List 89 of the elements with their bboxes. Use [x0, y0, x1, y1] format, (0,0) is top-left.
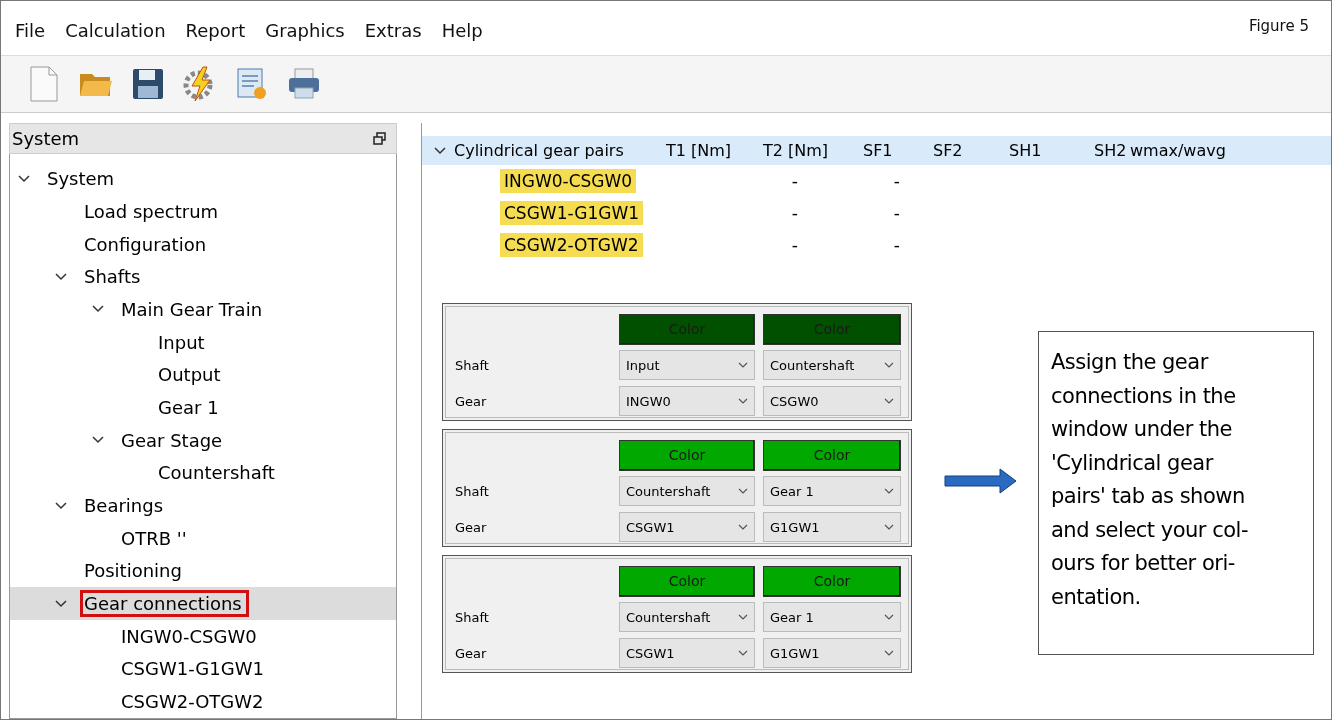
tree-item[interactable]: OTRB ''	[10, 521, 396, 555]
column-header: wmax/wavg	[1130, 141, 1227, 160]
dropdown[interactable]: G1GW1	[763, 512, 901, 542]
tree-item[interactable]: CSGW1-G1GW1	[10, 652, 396, 686]
column-header: T1 [Nm]	[666, 141, 733, 160]
dropdown[interactable]: CSGW1	[619, 638, 755, 668]
menu-item[interactable]: Extras	[362, 19, 432, 41]
caret-icon[interactable]	[738, 524, 748, 530]
chevron-down-icon[interactable]	[55, 501, 67, 510]
caret-icon[interactable]	[738, 488, 748, 494]
field-label: Gear	[455, 645, 488, 661]
menu-item[interactable]: Graphics	[263, 19, 355, 41]
chevron-down-icon[interactable]	[92, 436, 104, 445]
printer-icon	[287, 68, 321, 100]
caret-icon[interactable]	[738, 614, 748, 620]
tree-item[interactable]: Countershaft	[10, 456, 396, 490]
column-header: SH1	[1009, 141, 1043, 160]
table-cell-text: -	[892, 171, 901, 191]
tree-item[interactable]: Gear Stage	[10, 423, 396, 457]
column-header: SH2	[1094, 141, 1128, 160]
table-cell-text: -	[892, 203, 901, 223]
restore-window-icon[interactable]	[373, 132, 386, 146]
dropdown[interactable]: CSGW1	[619, 512, 755, 542]
table-cell-text: -	[892, 235, 901, 255]
color-button[interactable]: Color	[619, 565, 755, 597]
chevron-down-icon[interactable]	[18, 174, 30, 183]
tree-item[interactable]: System	[10, 162, 396, 195]
caret-icon[interactable]	[884, 488, 894, 494]
menu-item[interactable]: Help	[439, 19, 493, 41]
tree-item[interactable]: Gear 1	[10, 391, 396, 424]
menu-item[interactable]: Calculation	[63, 19, 176, 41]
dropdown[interactable]: Gear 1	[763, 476, 901, 506]
caret-icon[interactable]	[884, 524, 894, 530]
new-file-icon	[29, 65, 59, 103]
caret-icon[interactable]	[884, 398, 894, 404]
gear-pair-name: CSGW2-OTGW2	[500, 233, 643, 257]
tree-item[interactable]: Gear connections	[10, 587, 396, 620]
callout-text: Assign the gear connections in the window under the 'Cylindrical gear pairs' tab as shown and select your col- ours for better ori- entation.	[1038, 331, 1314, 655]
dropdown[interactable]: Countershaft	[619, 602, 755, 632]
caret-icon[interactable]	[738, 650, 748, 656]
tree-item[interactable]: Positioning	[10, 554, 396, 588]
field-label: Gear	[455, 519, 488, 535]
table-cell-text: -	[790, 171, 799, 191]
column-header: SF1	[863, 141, 894, 160]
panel-title: System	[12, 128, 80, 150]
caret-icon[interactable]	[738, 362, 748, 368]
dropdown[interactable]: Input	[619, 350, 755, 380]
chevron-down-icon[interactable]	[434, 146, 446, 155]
dropdown[interactable]: Countershaft	[619, 476, 755, 506]
tree-item[interactable]: Main Gear Train	[10, 293, 396, 326]
color-button[interactable]: Color	[619, 439, 755, 471]
tree-item[interactable]: INGW0-CSGW0	[10, 619, 396, 653]
caret-icon[interactable]	[884, 614, 894, 620]
gear-pair-name: INGW0-CSGW0	[500, 169, 637, 193]
table-cell-text: -	[790, 203, 799, 223]
tree-item[interactable]: Shafts	[10, 260, 396, 294]
column-header: SF2	[933, 141, 964, 160]
dropdown[interactable]: CSGW0	[763, 386, 901, 416]
chevron-down-icon[interactable]	[55, 599, 67, 608]
tree-item[interactable]: CSGW2-OTGW2	[10, 685, 396, 718]
dropdown[interactable]: Gear 1	[763, 602, 901, 632]
table-cell-text: -	[790, 235, 799, 255]
field-label: Shaft	[455, 483, 490, 499]
caret-icon[interactable]	[738, 398, 748, 404]
chevron-down-icon[interactable]	[92, 305, 104, 314]
gear-pair-name: CSGW1-G1GW1	[500, 201, 643, 225]
tree-item[interactable]: Load spectrum	[10, 195, 396, 228]
color-button[interactable]: Color	[763, 439, 901, 471]
tree-item[interactable]: Input	[10, 325, 396, 359]
arrow-icon	[944, 467, 1018, 495]
menu-item[interactable]: File	[13, 19, 56, 41]
menu-item[interactable]: Report	[183, 19, 256, 41]
figure-label: Figure 5	[1248, 17, 1309, 35]
group-title: Cylindrical gear pairs	[454, 141, 625, 160]
caret-icon[interactable]	[884, 362, 894, 368]
field-label: Gear	[455, 393, 488, 409]
column-header: T2 [Nm]	[763, 141, 830, 160]
tree-item[interactable]: Configuration	[10, 227, 396, 261]
report-icon	[236, 67, 268, 101]
field-label: Shaft	[455, 357, 490, 373]
chevron-down-icon[interactable]	[55, 272, 67, 281]
field-label: Shaft	[455, 609, 490, 625]
caret-icon[interactable]	[884, 650, 894, 656]
tree-item[interactable]: Bearings	[10, 489, 396, 522]
color-button[interactable]: Color	[763, 565, 901, 597]
dropdown[interactable]: INGW0	[619, 386, 755, 416]
dropdown[interactable]: Countershaft	[763, 350, 901, 380]
dropdown[interactable]: G1GW1	[763, 638, 901, 668]
tree-item[interactable]: Output	[10, 358, 396, 392]
